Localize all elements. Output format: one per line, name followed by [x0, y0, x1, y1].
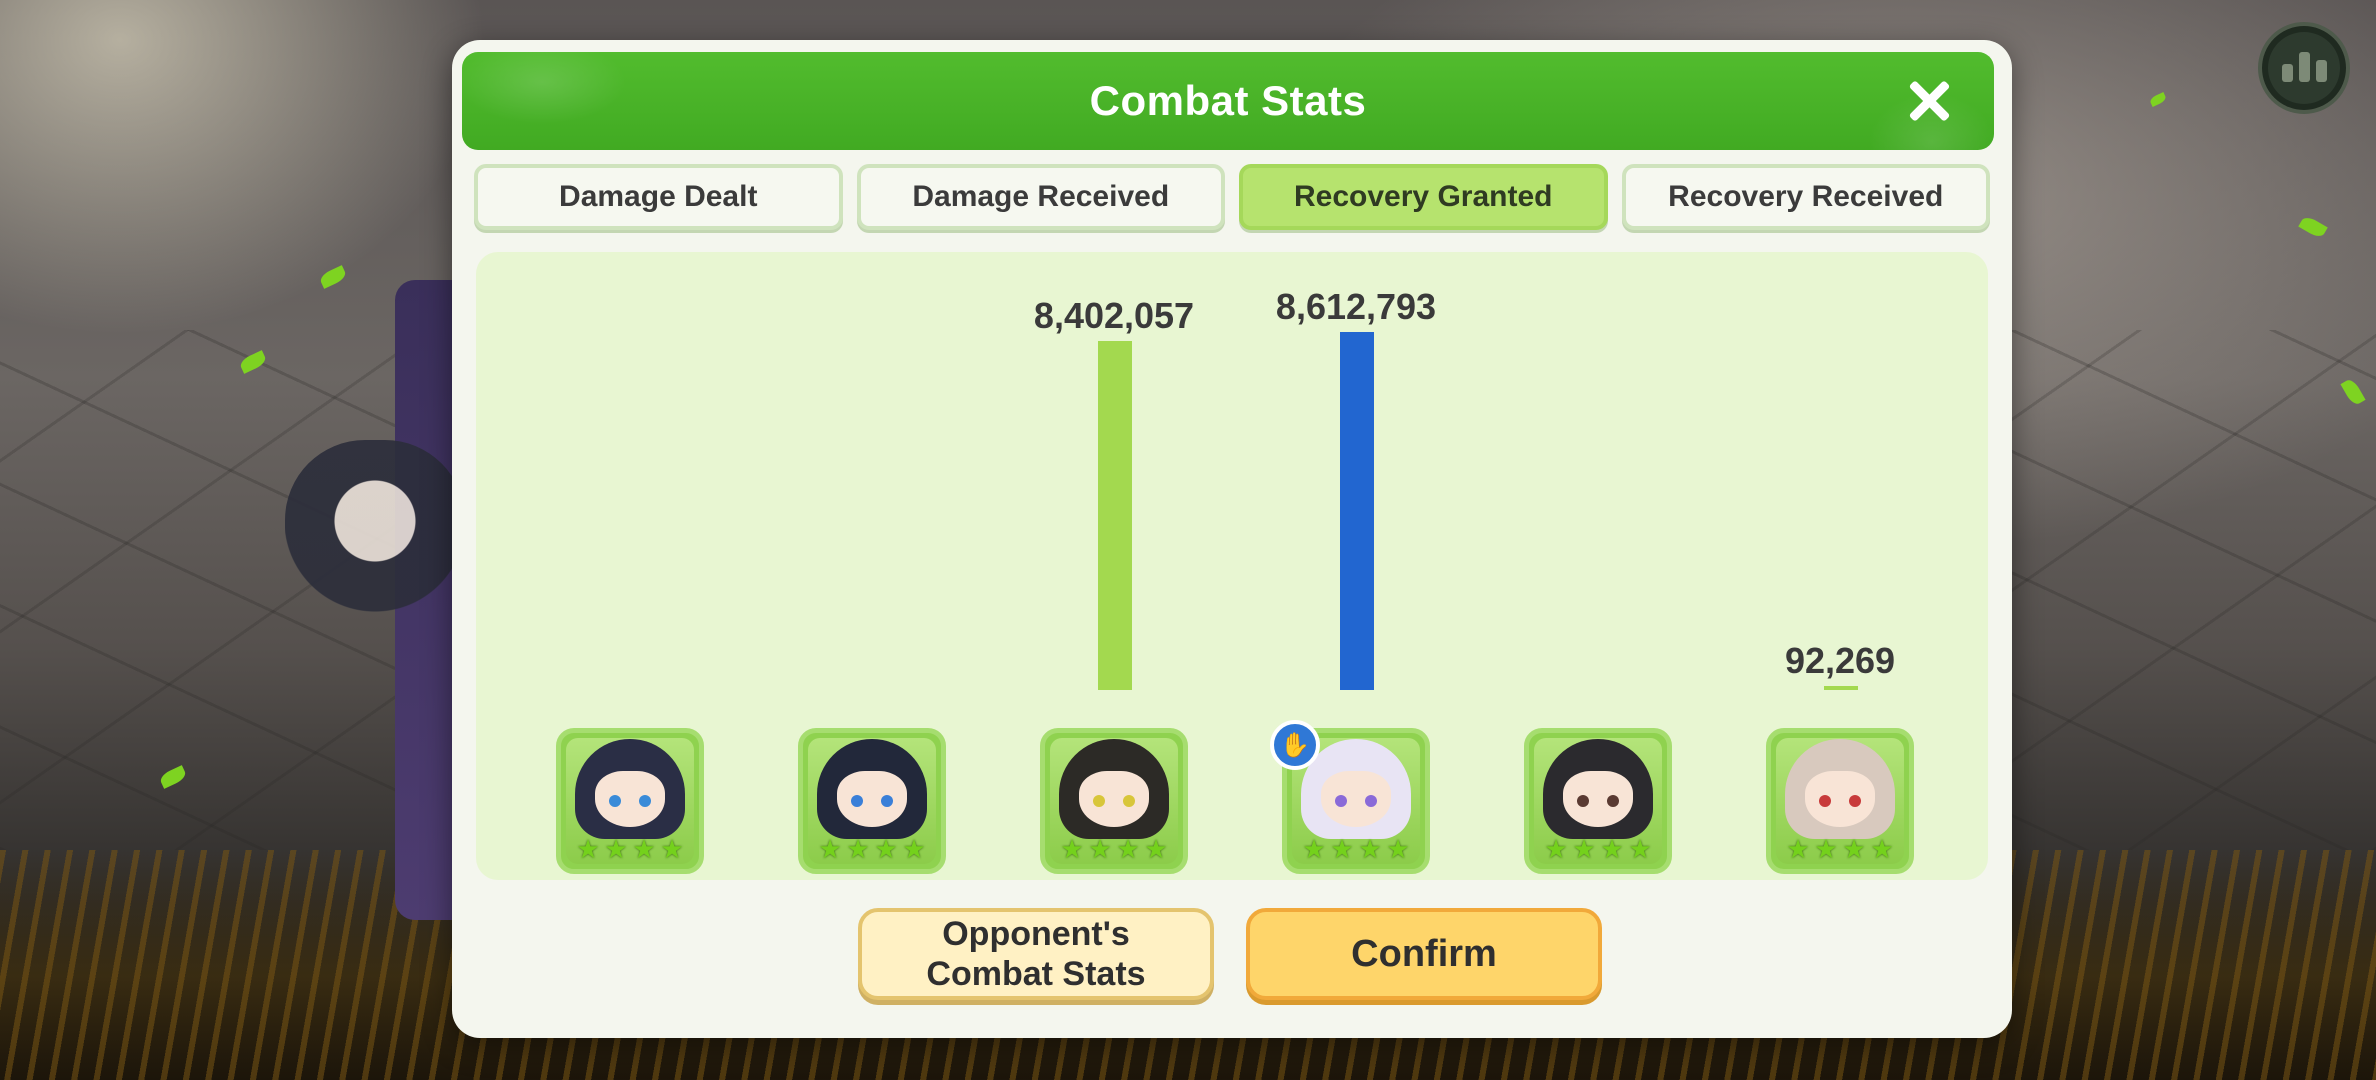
star-icon: ★: [1628, 835, 1652, 865]
bar-value-label: 8,612,793: [1275, 286, 1437, 327]
star-icon: ★: [902, 835, 926, 865]
close-icon[interactable]: [1904, 76, 1954, 126]
hero-portrait[interactable]: ★ ★ ★ ★: [1766, 728, 1914, 874]
star-rating: ★ ★ ★ ★: [561, 837, 699, 865]
star-icon: ★: [1786, 835, 1810, 865]
star-icon: ★: [1144, 835, 1168, 865]
combat-stats-toggle-button[interactable]: [2258, 22, 2350, 114]
hero-slot: ★ ★ ★ ★: [1518, 252, 1678, 880]
hero-eye: [1849, 795, 1861, 807]
star-icon: ★: [1088, 835, 1112, 865]
tab-damage-received[interactable]: Damage Received: [856, 164, 1225, 230]
star-icon: ★: [874, 835, 898, 865]
hero-portrait[interactable]: ★ ★ ★ ★: [1040, 728, 1188, 874]
hero-eye: [1819, 795, 1831, 807]
star-rating: ★ ★ ★ ★: [1529, 837, 1667, 865]
hero-eye: [639, 795, 651, 807]
hero-eye: [1123, 795, 1135, 807]
combat-stats-dialog: Combat Stats Damage Dealt Damage Receive…: [452, 40, 2012, 1038]
hero-slot: 8,612,793 ★ ★ ★ ★ ✋: [1270, 252, 1436, 880]
star-icon: ★: [1870, 835, 1894, 865]
star-icon: ★: [632, 835, 656, 865]
star-icon: ★: [660, 835, 684, 865]
star-icon: ★: [1302, 835, 1326, 865]
opponent-combat-stats-label: Opponent's Combat Stats: [926, 914, 1145, 994]
hero-slot: ★ ★ ★ ★: [792, 252, 952, 880]
hero-face: [1321, 771, 1391, 827]
hero-face: [595, 771, 665, 827]
star-icon: ★: [846, 835, 870, 865]
hero-slot: 8,402,057 ★ ★ ★ ★: [1034, 252, 1194, 880]
star-rating: ★ ★ ★ ★: [1045, 837, 1183, 865]
star-rating: ★ ★ ★ ★: [803, 837, 941, 865]
star-icon: ★: [818, 835, 842, 865]
hero-face: [1079, 771, 1149, 827]
hero-face: [1805, 771, 1875, 827]
dialog-header: Combat Stats: [462, 52, 1994, 150]
star-icon: ★: [576, 835, 600, 865]
star-rating: ★ ★ ★ ★: [1771, 837, 1909, 865]
stat-tabs: Damage Dealt Damage Received Recovery Gr…: [474, 164, 1990, 236]
bar-value-label: 92,269: [1784, 640, 1896, 681]
hero-face: [1563, 771, 1633, 827]
tab-recovery-received[interactable]: Recovery Received: [1621, 164, 1990, 230]
star-icon: ★: [1842, 835, 1866, 865]
opponent-label-line1: Opponent's: [942, 915, 1130, 953]
star-icon: ★: [1060, 835, 1084, 865]
hero-eye: [609, 795, 621, 807]
hero-eye: [1365, 795, 1377, 807]
star-rating: ★ ★ ★ ★: [1287, 837, 1425, 865]
star-icon: ★: [1600, 835, 1624, 865]
stats-chart: ★ ★ ★ ★ ★ ★ ★ ★ 8,402,057 ★ ★ ★ ★ 8,612,793 ★ ★ ★ ★ ✋ ★ ★ ★ ★ 9…: [476, 252, 1988, 880]
star-icon: ★: [1544, 835, 1568, 865]
hero-face: [837, 771, 907, 827]
background-character: [285, 440, 465, 710]
chart-bar: [1824, 686, 1858, 690]
star-icon: ★: [1386, 835, 1410, 865]
hero-eye: [1577, 795, 1589, 807]
hero-eye: [1093, 795, 1105, 807]
bar-value-label: 8,402,057: [1033, 295, 1195, 336]
dialog-title: Combat Stats: [1089, 77, 1367, 124]
chart-bar: [1340, 332, 1374, 690]
star-icon: ★: [1330, 835, 1354, 865]
star-icon: ★: [1572, 835, 1596, 865]
hero-eye: [881, 795, 893, 807]
bar-chart-icon-bar: [2298, 52, 2310, 82]
chart-plot: ★ ★ ★ ★ ★ ★ ★ ★ 8,402,057 ★ ★ ★ ★ 8,612,793 ★ ★ ★ ★ ✋ ★ ★ ★ ★ 9…: [476, 252, 1988, 880]
hero-eye: [851, 795, 863, 807]
star-icon: ★: [1358, 835, 1382, 865]
leaf-particle: [318, 265, 348, 289]
bar-chart-icon: [2281, 64, 2293, 82]
hero-portrait[interactable]: ★ ★ ★ ★: [1524, 728, 1672, 874]
tab-recovery-granted[interactable]: Recovery Granted: [1239, 164, 1608, 230]
opponent-label-line2: Combat Stats: [926, 955, 1146, 993]
leaf-particle: [2148, 92, 2168, 107]
thumbs-up-icon: ✋: [1270, 720, 1320, 770]
opponent-combat-stats-button[interactable]: Opponent's Combat Stats: [858, 908, 1214, 1000]
star-icon: ★: [1116, 835, 1140, 865]
hero-slot: 92,269 ★ ★ ★ ★: [1760, 252, 1920, 880]
leaf-particle: [2298, 214, 2328, 240]
confirm-button[interactable]: Confirm: [1246, 908, 1602, 1000]
hero-eye: [1335, 795, 1347, 807]
bar-chart-icon-bar: [2315, 60, 2327, 82]
hero-portrait[interactable]: ★ ★ ★ ★: [798, 728, 946, 874]
tab-damage-dealt[interactable]: Damage Dealt: [474, 164, 843, 230]
hero-slot: ★ ★ ★ ★: [550, 252, 710, 880]
star-icon: ★: [604, 835, 628, 865]
hero-portrait[interactable]: ★ ★ ★ ★: [556, 728, 704, 874]
star-icon: ★: [1814, 835, 1838, 865]
chart-bar: [1098, 341, 1132, 690]
hero-eye: [1607, 795, 1619, 807]
